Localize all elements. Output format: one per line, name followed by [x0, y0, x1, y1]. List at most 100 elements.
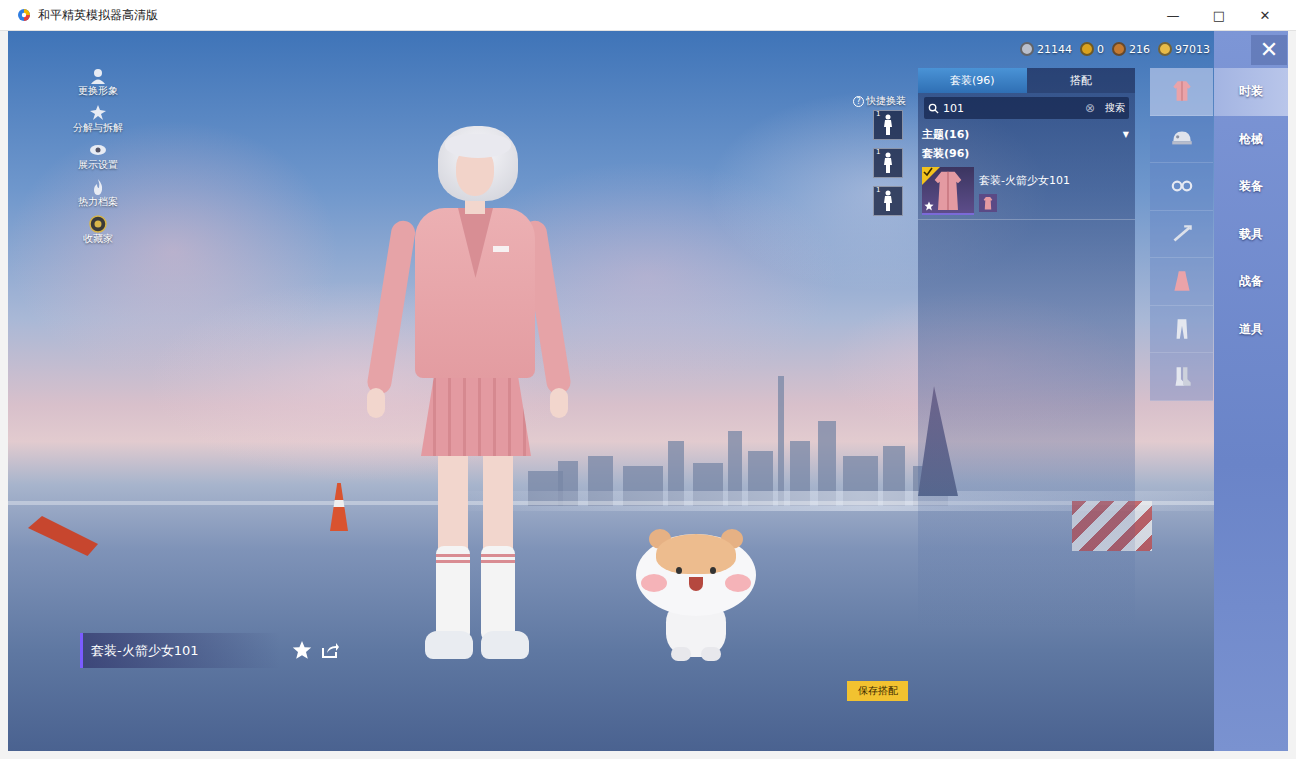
filter-arrow: ▼ — [1123, 130, 1129, 139]
category-column — [1150, 68, 1213, 401]
save-outfit-button[interactable]: 保存搭配 — [847, 681, 908, 701]
nav-item[interactable]: 时装 — [1214, 68, 1288, 116]
currency-bar: 21144 0 216 97013 — [1020, 39, 1210, 59]
hamster-foot — [671, 647, 691, 661]
quick-change-header: ?快捷换装 — [853, 94, 906, 108]
menu-label: 更换形象 — [78, 85, 118, 97]
clear-search-button[interactable]: ⊗ — [1085, 101, 1095, 115]
window-control-button[interactable]: □ — [1196, 8, 1242, 23]
coin-icon — [1080, 42, 1094, 56]
left-menu-item[interactable]: 热力档案 — [78, 178, 118, 215]
arm-left — [366, 219, 417, 396]
panel-tab[interactable]: 套装(96) — [918, 68, 1027, 93]
nav-item[interactable]: 装备 — [1214, 163, 1288, 211]
quick-slot[interactable]: 1 — [873, 186, 903, 216]
pink-coat-icon — [928, 168, 968, 212]
category-item[interactable] — [1150, 258, 1213, 306]
sock-right — [481, 546, 515, 641]
outfit-actions — [292, 639, 340, 661]
category-item[interactable] — [1150, 68, 1213, 116]
currency-item: 97013 — [1158, 42, 1210, 56]
theme-filter[interactable]: 主题(16) ▼ — [922, 127, 1129, 142]
category-item[interactable] — [1150, 116, 1213, 164]
app-logo-icon — [17, 8, 31, 22]
outfit-thumbnail — [922, 167, 974, 215]
bottom-edge — [8, 751, 1288, 759]
hamster-foot — [701, 647, 721, 661]
category-item[interactable] — [1150, 306, 1213, 354]
left-menu-item[interactable]: 展示设置 — [78, 141, 118, 178]
nav-item[interactable]: 枪械 — [1214, 116, 1288, 164]
left-menu-item[interactable]: 更换形象 — [78, 67, 118, 104]
nav-item[interactable]: 战备 — [1214, 258, 1288, 306]
game-scene: 21144021697013时装枪械装备载具战备道具✕套装(96)搭配101⊗搜… — [8, 31, 1288, 751]
panel-tabs: 套装(96) 搭配 — [918, 68, 1135, 93]
quick-slot[interactable]: 1 — [873, 110, 903, 140]
traffic-cone — [330, 483, 348, 531]
traffic-cone — [28, 516, 98, 556]
city-skyline — [528, 371, 948, 506]
coin-icon — [1158, 42, 1172, 56]
menu-label: 收藏家 — [83, 233, 113, 245]
wardrobe-panel: 套装(96) 搭配 101 ⊗ 搜索主题(16) ▼ 套装(96) 套装-火箭少女101 — [918, 68, 1135, 628]
figure-icon — [881, 190, 895, 212]
shoe-left — [425, 631, 473, 659]
share-button[interactable] — [320, 640, 340, 660]
tab-label: 套装(96) — [950, 73, 995, 88]
window-control-button[interactable]: — — [1150, 8, 1196, 23]
left-menu-item[interactable]: 收藏家 — [83, 215, 113, 252]
outfit-name-label: 套装-火箭少女101 — [80, 633, 280, 668]
window-title: 和平精英模拟器高清版 — [38, 7, 158, 24]
window-body: 21144021697013时装枪械装备载具战备道具✕套装(96)搭配101⊗搜… — [0, 31, 1296, 759]
slot-count: 1 — [876, 111, 880, 118]
close-button[interactable]: ✕ — [1251, 35, 1287, 65]
nav-label: 载具 — [1239, 226, 1263, 243]
left-menu-item[interactable]: 分解与拆解 — [73, 104, 123, 141]
shoe-right — [481, 631, 529, 659]
tab-label: 搭配 — [1070, 73, 1092, 88]
currency-amount: 97013 — [1175, 43, 1210, 56]
currency-item: 0 — [1080, 42, 1104, 56]
outfit-name-text: 套装-火箭少女101 — [91, 642, 199, 660]
search-value: 101 — [943, 102, 1081, 115]
currency-item: 216 — [1112, 42, 1150, 56]
menu-3-icon — [89, 178, 107, 196]
category-4-icon — [1169, 268, 1195, 294]
currency-amount: 216 — [1129, 43, 1150, 56]
menu-label: 展示设置 — [78, 159, 118, 171]
category-item[interactable] — [1150, 163, 1213, 211]
check-icon — [923, 167, 933, 177]
help-button[interactable]: ? — [853, 96, 864, 107]
left-menu: 更换形象分解与拆解展示设置热力档案收藏家 — [68, 67, 128, 252]
nav-label: 战备 — [1239, 273, 1263, 290]
category-0-icon — [1169, 78, 1195, 104]
figure-icon — [881, 114, 895, 136]
right-edge — [1288, 31, 1296, 759]
panel-tab[interactable]: 搭配 — [1027, 68, 1136, 93]
menu-label: 分解与拆解 — [73, 122, 123, 134]
nav-item[interactable]: 载具 — [1214, 211, 1288, 259]
category-item[interactable] — [1150, 211, 1213, 259]
search-button[interactable]: 搜索 — [1105, 101, 1125, 115]
main-nav: 时装枪械装备载具战备道具 — [1214, 31, 1288, 751]
slot-count: 1 — [876, 149, 880, 156]
category-6-icon — [1169, 363, 1195, 389]
favorite-button[interactable] — [292, 640, 312, 660]
menu-label: 热力档案 — [78, 196, 118, 208]
hamster-eye — [710, 567, 716, 574]
hand-left — [367, 388, 385, 418]
search-field[interactable]: 101 ⊗ 搜索 — [924, 97, 1129, 119]
filter-label: 主题(16) — [922, 127, 969, 142]
window-control-button[interactable]: ✕ — [1242, 8, 1288, 23]
outfit-item[interactable]: 套装-火箭少女101 — [918, 165, 1135, 220]
nav-label: 道具 — [1239, 321, 1263, 338]
menu-0-icon — [89, 67, 107, 85]
building — [778, 376, 784, 506]
category-item[interactable] — [1150, 353, 1213, 401]
character-figure — [353, 126, 583, 666]
quick-slot[interactable]: 1 — [873, 148, 903, 178]
currency-item: 21144 — [1020, 42, 1072, 56]
pocket-square — [493, 246, 509, 252]
star-icon — [924, 201, 934, 211]
nav-item[interactable]: 道具 — [1214, 306, 1288, 354]
